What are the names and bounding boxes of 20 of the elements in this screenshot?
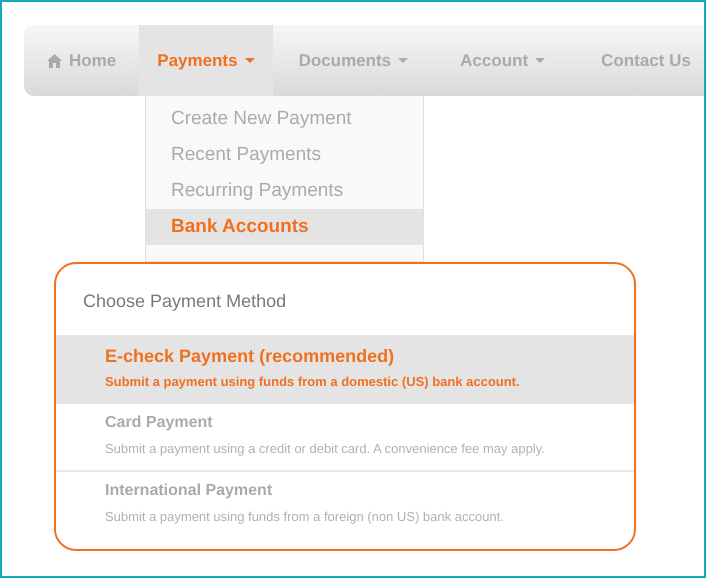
nav-tab[interactable]: Account <box>434 25 572 96</box>
option-title: International Payment <box>105 482 274 500</box>
caret-icon <box>535 58 546 63</box>
menu-item[interactable]: Bank Accounts <box>146 209 423 245</box>
home-icon <box>47 54 62 68</box>
payment-option[interactable]: E-check Payment (recommended) Submit a payment using funds from a domestic (US) bank account. <box>56 336 634 404</box>
caret-icon <box>398 58 408 63</box>
menu-item[interactable]: Recurring Payments <box>146 173 423 209</box>
option-title: E-check Payment (recommended) <box>105 346 396 367</box>
option-description: Submit a payment using a credit or debit card. A convenience fee may apply. <box>105 441 546 456</box>
nav-tab[interactable]: Payments <box>139 25 273 96</box>
nav-tab[interactable]: Documents <box>272 25 434 96</box>
nav-tab[interactable]: Home <box>24 25 140 96</box>
option-description: Submit a payment using funds from a domestic (US) bank account. <box>105 374 521 389</box>
menu-item[interactable]: Create New Payment <box>146 101 423 137</box>
nav-tab[interactable]: Contact Us <box>571 25 704 96</box>
caret-icon <box>244 58 255 63</box>
option-description: Submit a payment using funds from a foreign (non US) bank account. <box>105 509 505 524</box>
option-title: Card Payment <box>105 414 214 432</box>
menu-item[interactable]: Recent Payments <box>146 137 423 173</box>
